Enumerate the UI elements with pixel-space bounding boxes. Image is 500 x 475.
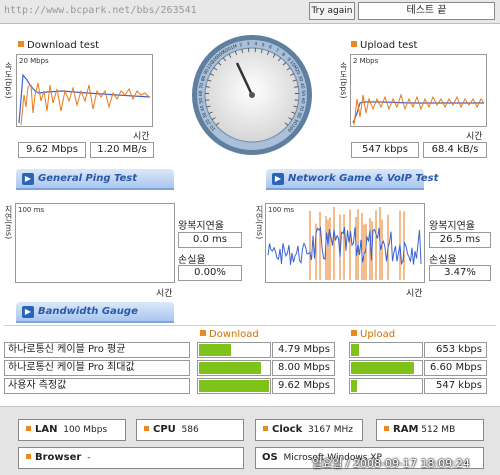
orange-square-icon (263, 426, 268, 431)
download-series-orange (20, 82, 150, 126)
url-watermark: http://www.bcpark.net/bbs/263541 (4, 5, 197, 16)
download-bar (197, 378, 271, 394)
table-row-label: 사용자 측정값 (4, 378, 190, 394)
upload-bar (349, 360, 423, 376)
download-test-title: Download test (18, 40, 99, 51)
game-graph: 100 ms (265, 203, 425, 283)
orange-square-icon (26, 454, 31, 459)
cpu-info: CPU 586 (136, 419, 244, 441)
upload-bar-fill (351, 380, 357, 392)
download-ymax-label: 20 Mbps (19, 57, 49, 65)
game-loss-label: 손실율 (429, 255, 457, 266)
clock-info: Clock 3167 MHz (255, 419, 363, 441)
upload-value: 653 kbps (424, 342, 487, 358)
gauge-tick-label: 40 (299, 83, 306, 90)
download-value: 4.79 Mbps (272, 342, 335, 358)
download-bar-fill (199, 362, 261, 374)
download-bar (197, 360, 271, 376)
download-value: 8.00 Mbps (272, 360, 335, 376)
table-row-label: 하나로통신 케이블 Pro 평균 (4, 342, 190, 358)
ram-info: RAM 512 MB (376, 419, 484, 441)
download-value: 9.62 Mbps (272, 378, 335, 394)
play-icon: ▶ (272, 173, 284, 185)
game-rtt-value: 26.5 ms (429, 232, 491, 248)
orange-square-icon (144, 426, 149, 431)
datetime-overlay: 일요일 / 2008-09-17 18:09:24 (312, 457, 470, 470)
game-graph-svg (267, 206, 422, 280)
ping-y-axis-label: 지연(ms) (4, 205, 13, 240)
download-bar (197, 342, 271, 358)
browser-info: Browser - (18, 447, 244, 469)
upload-test-title: Upload test (351, 40, 417, 51)
download-speed-bytes: 1.20 MB/s (90, 142, 154, 158)
gauge-tick-label: 3 (247, 41, 250, 47)
ping-x-axis-label: 시간 (156, 289, 173, 299)
tab-bandwidth-gauge[interactable]: ▶ Bandwidth Gauge (16, 302, 174, 322)
tab-general-ping-test[interactable]: ▶ General Ping Test (16, 169, 174, 189)
gauge-needle-hub (249, 92, 255, 98)
ping-tab-underline (16, 189, 174, 190)
gauge-tick-label: 4 (254, 41, 257, 47)
orange-square-icon (26, 426, 31, 431)
play-icon: ▶ (22, 173, 34, 185)
table-row-label: 하나로통신 케이블 Pro 최대값 (4, 360, 190, 376)
upload-bar-fill (351, 362, 414, 374)
upload-speed-bps: 547 kbps (351, 142, 419, 158)
gauge-tab-underline (16, 322, 174, 323)
orange-square-icon (351, 41, 357, 47)
upload-value: 6.60 Mbps (424, 360, 487, 376)
upload-bar (349, 342, 423, 358)
upload-bar-fill (351, 344, 359, 356)
download-graph: 20 Mbps (16, 54, 153, 127)
orange-square-icon (351, 330, 357, 336)
upload-ymax-label: 2 Mbps (353, 57, 379, 65)
ping-ymax-label: 100 ms (18, 206, 45, 214)
ping-graph: 100 ms (15, 203, 175, 283)
upload-x-axis-label: 시간 (466, 132, 483, 142)
lan-info: LAN 100 Mbps (18, 419, 126, 441)
download-y-axis-label: 속도(bps) (4, 62, 13, 99)
upload-graph-svg (352, 93, 485, 126)
upload-series-orange (353, 93, 485, 126)
upload-series-blue (352, 101, 484, 124)
upload-graph: 2 Mbps (350, 54, 487, 127)
download-graph-svg (18, 73, 151, 126)
orange-square-icon (18, 41, 24, 47)
download-speed-bps: 9.62 Mbps (18, 142, 86, 158)
download-x-axis-label: 시간 (133, 132, 150, 142)
ping-rtt-value: 0.0 ms (178, 232, 242, 248)
game-ymax-label: 100 ms (268, 206, 295, 214)
game-tab-underline (266, 189, 424, 190)
orange-square-icon (384, 426, 389, 431)
upload-bar (349, 378, 423, 394)
play-icon: ▶ (22, 306, 34, 318)
game-loss-value: 3.47% (429, 265, 491, 281)
game-y-axis-label: 지연(ms) (255, 205, 264, 240)
divider (4, 325, 496, 326)
download-bar-fill (199, 380, 269, 392)
upload-value: 547 kbps (424, 378, 487, 394)
upload-speed-bytes: 68.4 kB/s (423, 142, 487, 158)
ping-loss-value: 0.00% (178, 265, 242, 281)
ping-loss-label: 손실율 (178, 255, 206, 266)
gauge-tick-label: 70 (198, 82, 205, 89)
orange-square-icon (200, 330, 206, 336)
upload-y-axis-label: 속도(bps) (339, 62, 348, 99)
gauge-tick-label: 60 (299, 98, 306, 105)
gauge-tick-label: 50 (198, 97, 205, 104)
upload-column-header: Upload (351, 329, 395, 340)
speed-gauge: 1020304050607080901002003005001M 2 3 4 5 6789… (192, 35, 312, 155)
game-x-axis-label: 시간 (406, 289, 423, 299)
ping-rtt-label: 왕복지연율 (178, 221, 224, 232)
download-bar-fill (199, 344, 231, 356)
try-again-button[interactable]: Try again (309, 2, 355, 20)
status-field: 테스트 끝 (358, 2, 495, 20)
gauge-tick-label: 60 (198, 90, 204, 96)
gauge-tick-label: 50 (300, 90, 306, 96)
game-rtt-label: 왕복지연율 (429, 221, 475, 232)
tab-network-game-voip-test[interactable]: ▶ Network Game & VoIP Test (266, 169, 438, 189)
download-column-header: Download (200, 329, 259, 340)
